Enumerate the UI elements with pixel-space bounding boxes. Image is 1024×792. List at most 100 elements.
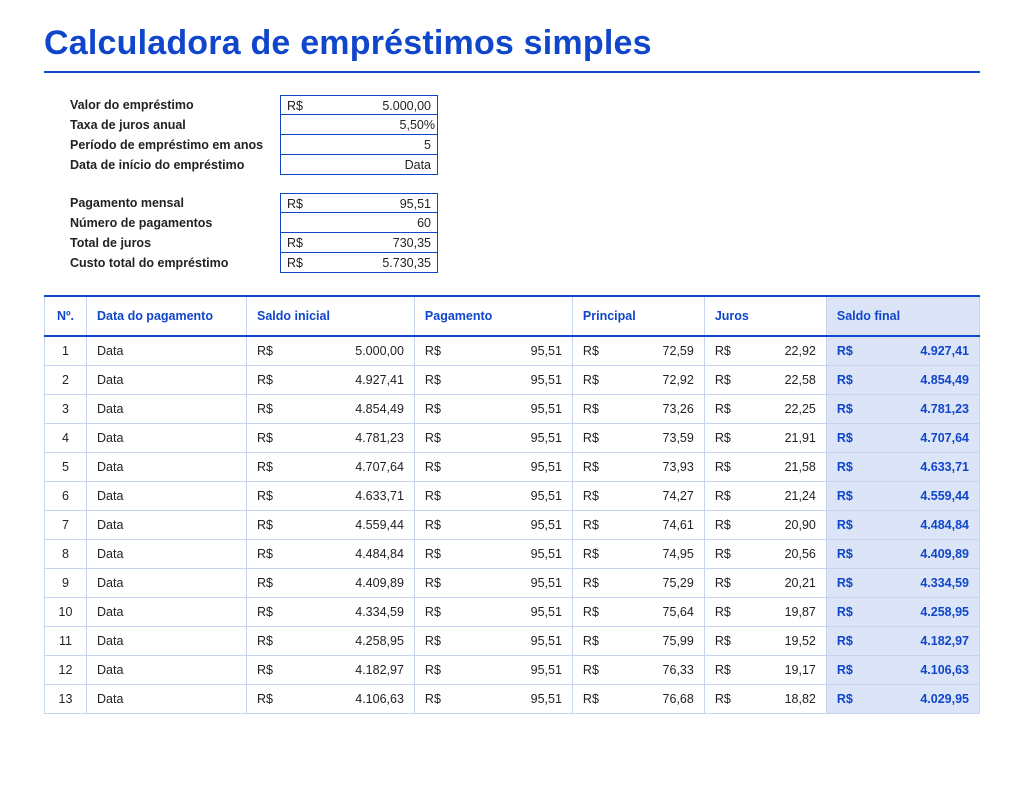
- loan-input-value: Data: [287, 155, 437, 174]
- amount-value: 21,58: [785, 460, 816, 474]
- currency-label: R$: [583, 489, 599, 503]
- money-cell: R$74,61: [572, 511, 704, 540]
- table-row: 7DataR$4.559,44R$95,51R$74,61R$20,90R$4.…: [45, 511, 980, 540]
- loan-output-value-cell[interactable]: R$95,51: [280, 193, 438, 213]
- money-cell: R$95,51: [414, 540, 572, 569]
- money-cell: R$72,59: [572, 336, 704, 366]
- table-row: 9DataR$4.409,89R$95,51R$75,29R$20,21R$4.…: [45, 569, 980, 598]
- currency-label: R$: [583, 692, 599, 706]
- payment-date: Data: [87, 482, 247, 511]
- currency-label: R$: [837, 373, 853, 387]
- page-title: Calculadora de empréstimos simples: [44, 24, 980, 63]
- money-cell: R$ 76,68: [572, 685, 704, 714]
- currency-label: R$: [425, 634, 441, 648]
- row-number: 7: [45, 511, 87, 540]
- currency-label: R$: [425, 518, 441, 532]
- money-cell: R$75,29: [572, 569, 704, 598]
- money-cell: R$20,56: [704, 540, 826, 569]
- amount-value: 74,95: [663, 547, 694, 561]
- money-cell: R$ 95,51: [414, 511, 572, 540]
- money-cell: R$72,92: [572, 366, 704, 395]
- loan-outputs-group: Pagamento mensalR$95,51Número de pagamen…: [70, 193, 980, 273]
- amount-value: 4.106,63: [355, 692, 404, 706]
- loan-input-value-cell[interactable]: R$5.000,00: [280, 95, 438, 115]
- currency-label: R$: [583, 547, 599, 561]
- column-header: Principal: [572, 296, 704, 336]
- loan-input-value: 5: [287, 135, 437, 154]
- currency-label: R$: [837, 576, 853, 590]
- money-cell: R$4.559,44: [247, 511, 415, 540]
- amount-value: 4.707,64: [920, 431, 969, 445]
- loan-output-value-cell[interactable]: 60: [280, 213, 438, 233]
- loan-output-label: Total de juros: [70, 233, 280, 253]
- currency-label: R$: [257, 605, 273, 619]
- loan-input-value-cell[interactable]: Data: [280, 155, 438, 175]
- column-header: Data do pagamento: [87, 296, 247, 336]
- row-number: 12: [45, 656, 87, 685]
- payment-date: Data: [87, 511, 247, 540]
- loan-input-label: Período de empréstimo em anos: [70, 135, 280, 155]
- payment-date: Data: [87, 453, 247, 482]
- amount-value: 95,51: [531, 518, 562, 532]
- money-cell: R$95,51: [414, 366, 572, 395]
- loan-output-value-cell[interactable]: R$5.730,35: [280, 253, 438, 273]
- amount-value: 73,93: [663, 460, 694, 474]
- amount-value: 95,51: [531, 663, 562, 677]
- currency-label: R$: [715, 373, 731, 387]
- row-number: 5: [45, 453, 87, 482]
- currency-label: R$: [425, 402, 441, 416]
- row-number: 3: [45, 395, 87, 424]
- money-cell: R$21,24: [704, 482, 826, 511]
- loan-input-label: Taxa de juros anual: [70, 115, 280, 135]
- currency-label: R$: [257, 576, 273, 590]
- loan-output-value: 95,51: [303, 194, 437, 212]
- loan-inputs-group: Valor do empréstimoR$5.000,00Taxa de jur…: [70, 95, 980, 175]
- table-row: 5DataR$4.707,64R$95,51R$73,93R$21,58R$4.…: [45, 453, 980, 482]
- amount-value: 95,51: [531, 634, 562, 648]
- amortization-table: Nº.Data do pagamentoSaldo inicialPagamen…: [44, 295, 980, 714]
- money-cell: R$ 4.334,59: [247, 598, 415, 627]
- loan-input-value-cell[interactable]: 5: [280, 135, 438, 155]
- amount-value: 95,51: [531, 547, 562, 561]
- amount-value: 4.559,44: [355, 518, 404, 532]
- money-cell: R$4.854,49: [247, 395, 415, 424]
- currency-label: R$: [837, 518, 853, 532]
- amount-value: 4.106,63: [920, 663, 969, 677]
- loan-input-value-cell[interactable]: 5,50%: [280, 115, 438, 135]
- currency-label: R$: [257, 489, 273, 503]
- money-cell: R$74,27: [572, 482, 704, 511]
- currency-label: R$: [583, 431, 599, 445]
- loan-output-label: Custo total do empréstimo: [70, 253, 280, 273]
- payment-date: Data: [87, 656, 247, 685]
- amount-value: 76,68: [663, 692, 694, 706]
- money-cell: R$95,51: [414, 482, 572, 511]
- money-cell: R$19,52: [704, 627, 826, 656]
- currency-label: R$: [425, 344, 441, 358]
- amount-value: 95,51: [531, 489, 562, 503]
- currency-label: R$: [257, 547, 273, 561]
- loan-output-value: 60: [287, 213, 437, 232]
- currency-label: R$: [281, 194, 303, 212]
- amount-value: 4.334,59: [355, 605, 404, 619]
- money-cell: R$4.854,49: [826, 366, 979, 395]
- money-cell: R$95,51: [414, 453, 572, 482]
- currency-label: R$: [715, 489, 731, 503]
- amount-value: 95,51: [531, 605, 562, 619]
- currency-label: R$: [837, 547, 853, 561]
- table-row: 2DataR$4.927,41R$95,51R$72,92R$22,58R$4.…: [45, 366, 980, 395]
- money-cell: R$21,91: [704, 424, 826, 453]
- amount-value: 5.000,00: [355, 344, 404, 358]
- money-cell: R$ 95,51: [414, 627, 572, 656]
- amount-value: 4.781,23: [355, 431, 404, 445]
- money-cell: R$20,21: [704, 569, 826, 598]
- amount-value: 4.029,95: [920, 692, 969, 706]
- row-number: 1: [45, 336, 87, 366]
- currency-label: R$: [715, 634, 731, 648]
- table-row: 12DataR$4.182,97R$95,51R$76,33R$19,17R$4…: [45, 656, 980, 685]
- currency-label: R$: [257, 460, 273, 474]
- currency-label: R$: [837, 489, 853, 503]
- loan-output-value-cell[interactable]: R$730,35: [280, 233, 438, 253]
- loan-input-row: Data de início do empréstimoData: [70, 155, 980, 175]
- amount-value: 20,56: [785, 547, 816, 561]
- money-cell: R$4.182,97: [247, 656, 415, 685]
